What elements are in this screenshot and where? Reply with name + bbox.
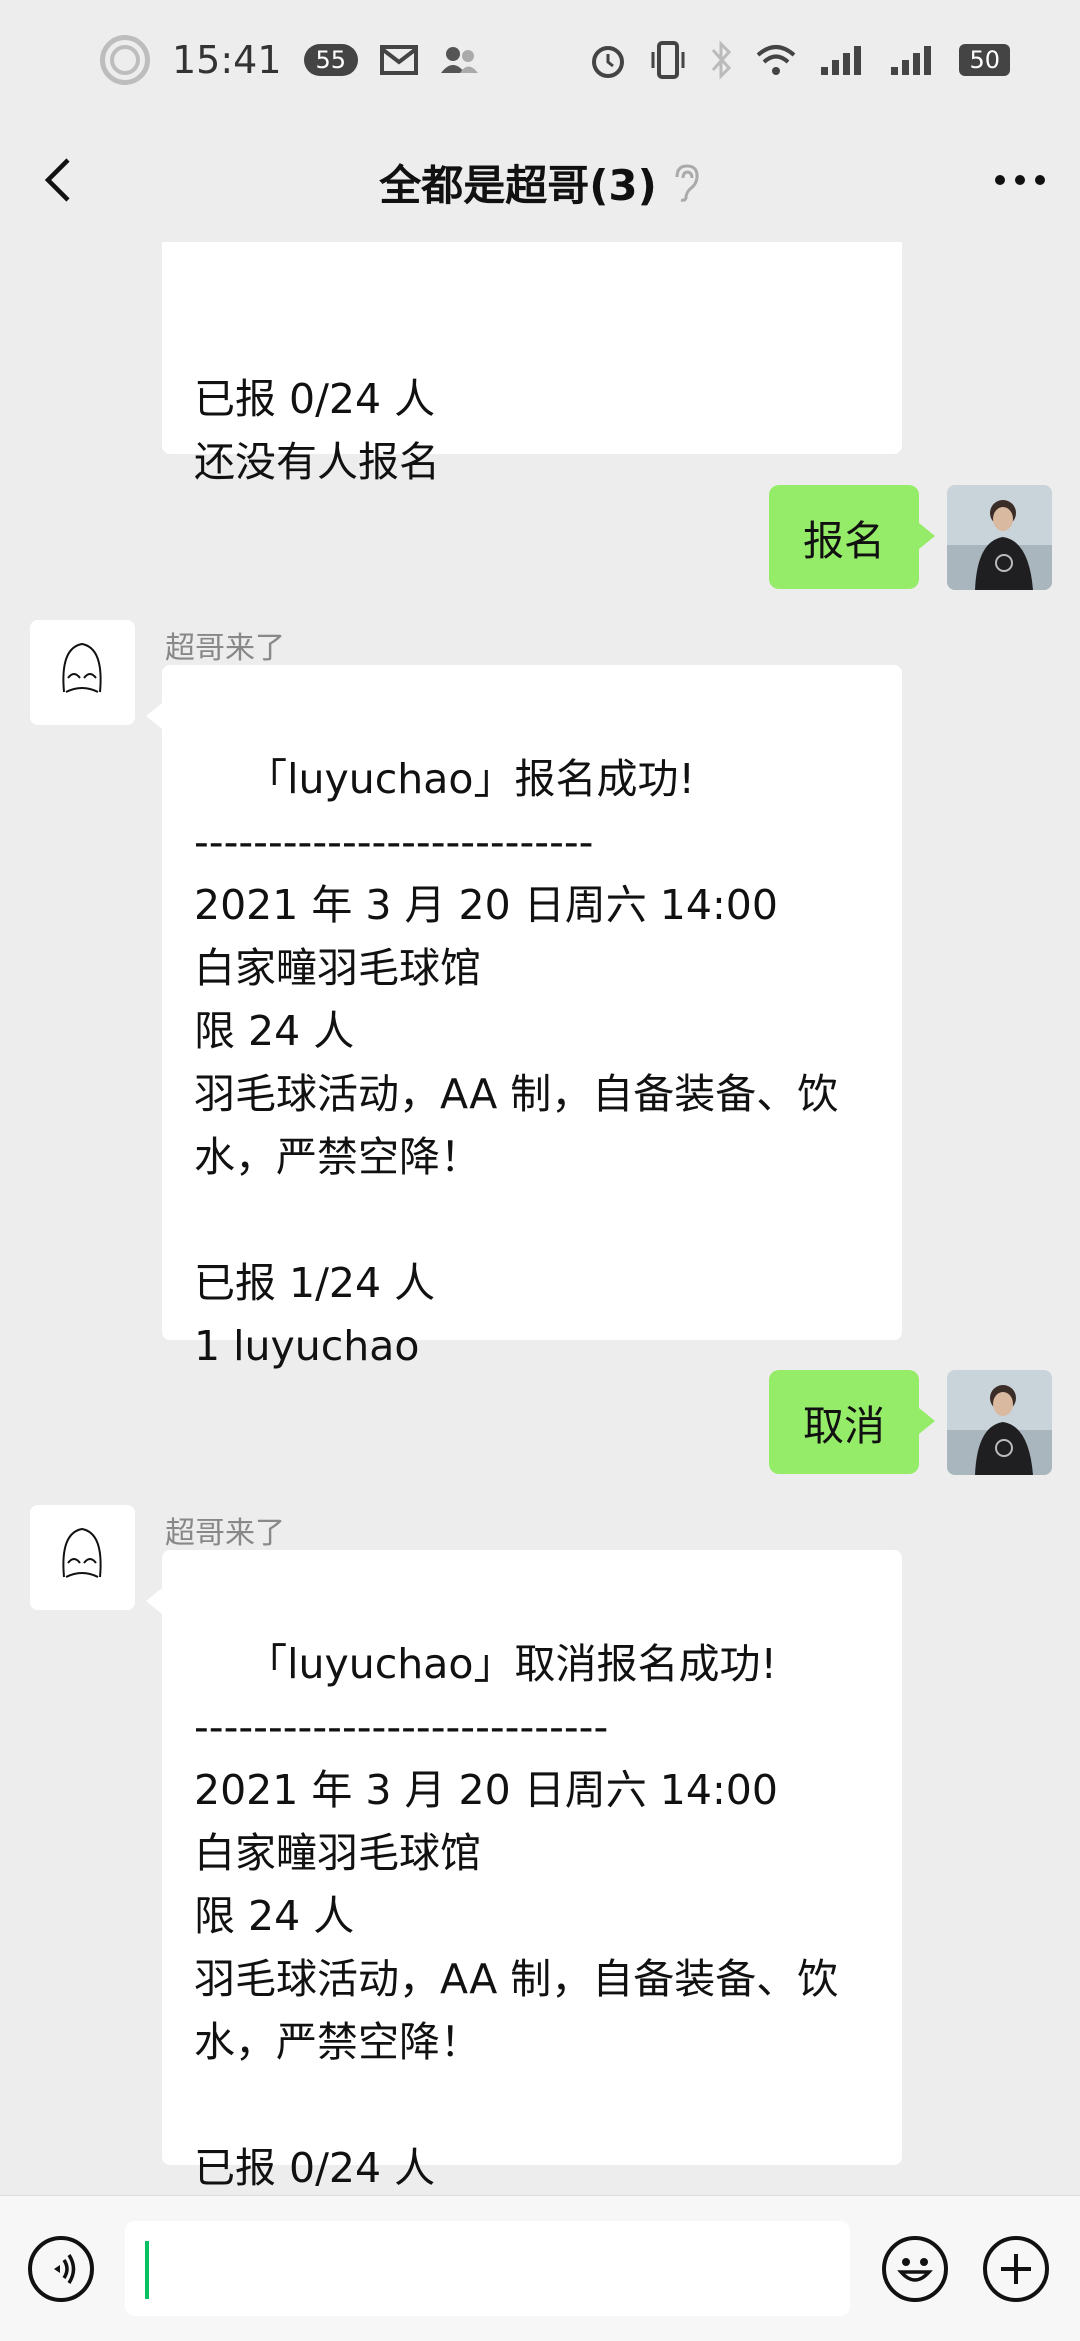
voice-icon [54, 2254, 76, 2284]
my-avatar[interactable] [947, 1370, 1052, 1475]
bot-avatar-image [30, 620, 135, 725]
my-avatar-image [947, 1370, 1052, 1475]
message-bubble-me: 报名 [769, 485, 935, 589]
my-avatar[interactable] [947, 485, 1052, 590]
emoji-icon [897, 2258, 933, 2282]
plus-icon [1001, 2254, 1031, 2284]
message-bubble-bot-partial: 已报 0/24 人 还没有人报名 [162, 242, 902, 486]
input-bar [0, 2195, 1080, 2341]
message-text: 取消 [803, 1402, 885, 1450]
sender-name: 超哥来了 [165, 631, 285, 666]
message-bubble-me: 取消 [769, 1370, 935, 1474]
message-bubble-bot: 「luyuchao」取消报名成功! ----------------------… [146, 1550, 902, 2192]
bot-avatar[interactable] [30, 620, 135, 725]
message-bubble-bot: 「luyuchao」报名成功! ------------------------… [146, 665, 902, 1370]
more-actions-button[interactable] [983, 2236, 1049, 2302]
bot-avatar-image [30, 1505, 135, 1610]
message-input[interactable] [125, 2221, 850, 2316]
message-text: 「luyuchao」取消报名成功! ----------------------… [194, 1640, 839, 2192]
sender-name: 超哥来了 [165, 1516, 285, 1551]
message-text: 「luyuchao」报名成功! ------------------------… [194, 755, 839, 1370]
message-list: 已报 0/24 人 还没有人报名 报名 超哥来了 「luyuchao」报名成功!… [0, 0, 1080, 2340]
text-caret [145, 2241, 149, 2299]
emoji-button[interactable] [882, 2236, 948, 2302]
message-text: 已报 0/24 人 还没有人报名 [194, 375, 440, 486]
bot-avatar[interactable] [30, 1505, 135, 1610]
my-avatar-image [947, 485, 1052, 590]
message-text: 报名 [803, 517, 885, 565]
voice-button[interactable] [28, 2236, 94, 2302]
